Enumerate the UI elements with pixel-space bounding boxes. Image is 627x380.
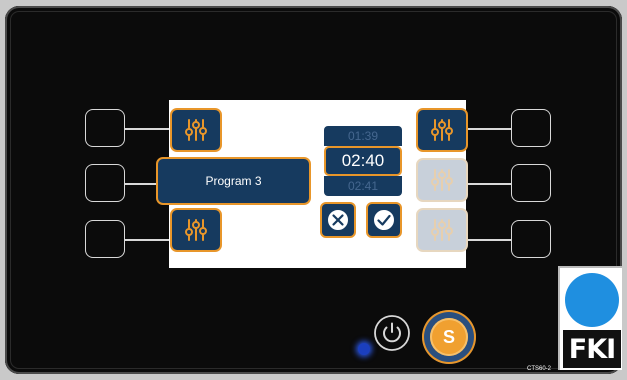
settings-tile-left-3[interactable] xyxy=(170,208,222,252)
sliders-icon xyxy=(185,219,207,241)
settings-tile-right-1[interactable] xyxy=(416,108,468,152)
cancel-button[interactable] xyxy=(320,202,356,238)
time-current-value: 02:40 xyxy=(341,151,385,170)
settings-tile-right-2[interactable] xyxy=(416,158,468,202)
model-label: CTS60-2 xyxy=(527,366,552,372)
program-button[interactable]: Program 3 xyxy=(156,157,311,205)
logo-text: FKI xyxy=(563,330,621,368)
settings-tile-right-3[interactable] xyxy=(416,208,468,252)
s-button[interactable]: S xyxy=(422,310,476,364)
softkey-right-2[interactable] xyxy=(511,164,551,202)
brand-logo: FKI xyxy=(558,266,622,370)
softkey-left-2[interactable] xyxy=(85,164,125,202)
program-label: Program 3 xyxy=(205,174,262,188)
time-previous-value: 01:39 xyxy=(347,129,379,143)
time-current[interactable]: 02:40 xyxy=(324,146,402,176)
time-next-value: 02:41 xyxy=(347,179,379,193)
sliders-icon xyxy=(431,119,453,141)
sliders-icon xyxy=(431,219,453,241)
s-button-label: S xyxy=(430,318,468,356)
settings-tile-left-1[interactable] xyxy=(170,108,222,152)
softkey-right-1[interactable] xyxy=(511,109,551,147)
sliders-icon xyxy=(185,119,207,141)
softkey-left-3[interactable] xyxy=(85,220,125,258)
status-led xyxy=(358,343,370,355)
confirm-button[interactable] xyxy=(366,202,402,238)
x-circle-icon xyxy=(326,208,350,232)
logo-circle xyxy=(565,273,619,327)
sliders-icon xyxy=(431,169,453,191)
softkey-connector xyxy=(466,128,511,130)
softkey-connector xyxy=(466,183,511,185)
power-icon xyxy=(374,315,410,351)
time-next[interactable]: 02:41 xyxy=(324,176,402,196)
softkey-left-1[interactable] xyxy=(85,109,125,147)
softkey-connector xyxy=(466,239,511,241)
check-circle-icon xyxy=(372,208,396,232)
time-previous[interactable]: 01:39 xyxy=(324,126,402,146)
power-button[interactable] xyxy=(373,314,411,352)
softkey-right-3[interactable] xyxy=(511,220,551,258)
